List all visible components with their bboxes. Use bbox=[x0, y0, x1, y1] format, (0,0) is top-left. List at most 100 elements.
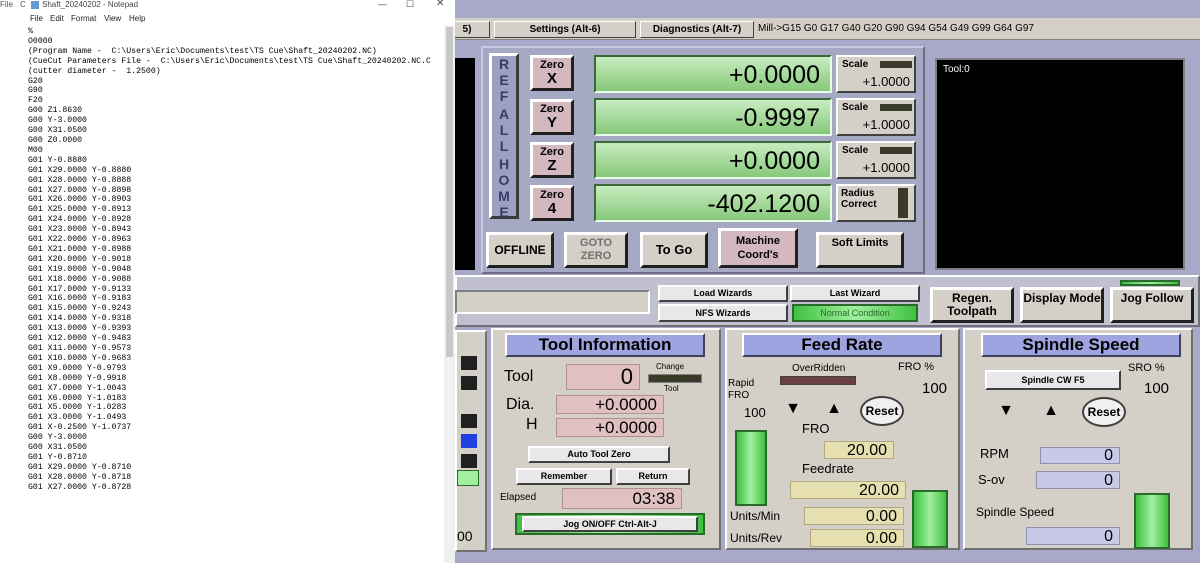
last-wizard-button[interactable]: Last Wizard bbox=[790, 285, 920, 302]
fro-up-arrow-icon[interactable]: ▲ bbox=[823, 400, 845, 418]
menu-format[interactable]: Format bbox=[71, 14, 96, 23]
gcode-line: G01 X18.0000 Y-0.9088 bbox=[28, 274, 132, 284]
sro-up-arrow-icon[interactable]: ▲ bbox=[1040, 402, 1062, 420]
change-tool-led bbox=[648, 374, 702, 383]
led-3 bbox=[461, 414, 477, 428]
scrollbar-thumb[interactable] bbox=[446, 27, 453, 357]
gcode-line: G01 X-0.2500 Y-1.0737 bbox=[28, 423, 132, 433]
gcode-line: G01 X3.0000 Y-1.0493 bbox=[28, 413, 127, 423]
rapid-fro-slider[interactable] bbox=[735, 430, 767, 506]
units-rev-label: Units/Rev bbox=[730, 531, 783, 545]
mdi-input[interactable] bbox=[455, 290, 650, 314]
tool-label: Tool bbox=[504, 368, 534, 385]
dia-field[interactable]: +0.0000 bbox=[556, 395, 664, 414]
rapid-fro-label: Rapid FRO bbox=[728, 378, 755, 401]
dro-4[interactable]: -402.1200 bbox=[594, 184, 832, 222]
rpm-value[interactable]: 0 bbox=[1040, 447, 1120, 464]
nfs-wizards-button[interactable]: NFS Wizards bbox=[658, 304, 788, 322]
zero-4-button[interactable]: Zero 4 bbox=[530, 185, 574, 221]
regen-toolpath-button[interactable]: Regen. Toolpath bbox=[930, 287, 1014, 323]
dro-x[interactable]: +0.0000 bbox=[594, 55, 832, 93]
ref-all-home-button[interactable]: REFALLHOME bbox=[489, 53, 519, 220]
zero-z-button[interactable]: Zero Z bbox=[530, 142, 574, 178]
dro-y[interactable]: -0.9997 bbox=[594, 98, 832, 136]
return-button[interactable]: Return bbox=[616, 468, 690, 485]
fro-down-arrow-icon[interactable]: ▼ bbox=[782, 400, 804, 418]
zero-y-button[interactable]: Zero Y bbox=[530, 99, 574, 135]
gcode-line: G01 X29.0000 Y-0.8880 bbox=[28, 165, 132, 175]
display-mode-button[interactable]: Display Mode bbox=[1020, 287, 1104, 323]
radius-correct-button[interactable]: Radius Correct bbox=[836, 184, 916, 222]
h-field[interactable]: +0.0000 bbox=[556, 418, 664, 437]
overridden-led bbox=[780, 376, 856, 385]
auto-tool-zero-button[interactable]: Auto Tool Zero bbox=[528, 446, 670, 463]
sro-reset-button[interactable]: Reset bbox=[1082, 397, 1126, 427]
notepad-title-bar: File C Shaft_20240202 - Notepad — ☐ ✕ bbox=[0, 0, 455, 12]
goto-zero-button[interactable]: GOTO ZERO bbox=[564, 232, 628, 268]
normal-condition-led: Normal Condition bbox=[792, 304, 918, 322]
scale-y: Scale +1.0000 bbox=[836, 98, 916, 136]
jog-follow-led bbox=[1120, 280, 1180, 286]
gcode-line: G01 X23.0000 Y-0.8943 bbox=[28, 225, 132, 235]
gcode-line: G01 X14.0000 Y-0.9318 bbox=[28, 314, 132, 324]
jog-on-off-button[interactable]: Jog ON/OFF Ctrl-Alt-J bbox=[522, 516, 698, 532]
fro-reset-button[interactable]: Reset bbox=[860, 396, 904, 426]
minimize-icon[interactable]: — bbox=[378, 0, 387, 9]
tool-number-field[interactable]: 0 bbox=[566, 364, 640, 390]
feedrate-label: Feedrate bbox=[802, 461, 855, 476]
tab-diagnostics[interactable]: Diagnostics (Alt-7) bbox=[640, 21, 754, 38]
notepad-scrollbar[interactable] bbox=[444, 25, 455, 563]
menu-file[interactable]: File bbox=[30, 14, 43, 23]
gcode-line: G90 bbox=[28, 86, 43, 96]
sov-label: S-ov bbox=[978, 472, 1005, 487]
change-tool-sublabel: Tool bbox=[664, 384, 679, 393]
led-1 bbox=[461, 356, 477, 370]
gcode-line: % bbox=[28, 27, 33, 36]
spindle-override-slider[interactable] bbox=[1134, 493, 1170, 549]
scale-x: Scale +1.0000 bbox=[836, 55, 916, 93]
gcode-line: G01 X27.0000 Y-0.8898 bbox=[28, 185, 132, 195]
gcode-line: G01 X12.0000 Y-0.9483 bbox=[28, 334, 132, 344]
jog-follow-button[interactable]: Jog Follow bbox=[1110, 287, 1194, 323]
soft-limits-button[interactable]: Soft Limits bbox=[816, 232, 904, 268]
offline-button[interactable]: OFFLINE bbox=[486, 232, 554, 268]
machine-coords-button[interactable]: Machine Coord's bbox=[718, 228, 798, 268]
spindle-speed-value[interactable]: 0 bbox=[1026, 527, 1120, 545]
dro-z[interactable]: +0.0000 bbox=[594, 141, 832, 179]
load-wizards-button[interactable]: Load Wizards bbox=[658, 285, 788, 302]
notepad-app-icon bbox=[31, 1, 39, 9]
remember-button[interactable]: Remember bbox=[516, 468, 612, 485]
menu-help[interactable]: Help bbox=[129, 14, 145, 23]
sro-percent-label: SRO % bbox=[1128, 362, 1165, 374]
gcode-line: G00 Z1.8630 bbox=[28, 106, 83, 116]
to-go-button[interactable]: To Go bbox=[640, 232, 708, 268]
led-2 bbox=[461, 376, 477, 390]
spindle-cw-button[interactable]: Spindle CW F5 bbox=[985, 370, 1121, 390]
gcode-line: G01 X19.0000 Y-0.9048 bbox=[28, 264, 132, 274]
feedrate-value[interactable]: 20.00 bbox=[790, 481, 906, 499]
gcode-line: G01 Y-0.8880 bbox=[28, 155, 87, 165]
zero-x-button[interactable]: Zero X bbox=[530, 55, 574, 91]
fro-slider[interactable] bbox=[912, 490, 948, 548]
sro-down-arrow-icon[interactable]: ▼ bbox=[995, 402, 1017, 420]
gcode-line: G01 X15.0000 Y-0.9243 bbox=[28, 304, 132, 314]
bg-menu-file[interactable]: File bbox=[0, 0, 13, 9]
tab-settings[interactable]: Settings (Alt-6) bbox=[494, 21, 636, 38]
ref-all-home-letter: M bbox=[498, 188, 510, 204]
notepad-text-area[interactable]: % O0000 (Program Name - C:\Users\Eric\Docu… bbox=[28, 27, 444, 563]
ref-all-home-letter: A bbox=[498, 106, 510, 122]
gcode-line: G00 X31.0500 bbox=[28, 443, 87, 453]
bg-menu-partial[interactable]: C bbox=[20, 0, 26, 9]
fro-value: 20.00 bbox=[824, 441, 894, 459]
gcode-line: G01 X10.0000 Y-0.9683 bbox=[28, 353, 132, 363]
gcode-line: G01 X28.0000 Y-0.8888 bbox=[28, 175, 132, 185]
maximize-icon[interactable]: ☐ bbox=[406, 0, 414, 10]
ref-all-home-letter: E bbox=[499, 204, 509, 220]
ref-all-home-letter: O bbox=[498, 172, 510, 188]
menu-edit[interactable]: Edit bbox=[50, 14, 64, 23]
gcode-line: G01 X9.0000 Y-0.9793 bbox=[28, 363, 127, 373]
menu-view[interactable]: View bbox=[104, 14, 121, 23]
led-4 bbox=[461, 434, 477, 448]
fro-percent-value: 100 bbox=[922, 380, 948, 397]
close-icon[interactable]: ✕ bbox=[436, 0, 444, 9]
